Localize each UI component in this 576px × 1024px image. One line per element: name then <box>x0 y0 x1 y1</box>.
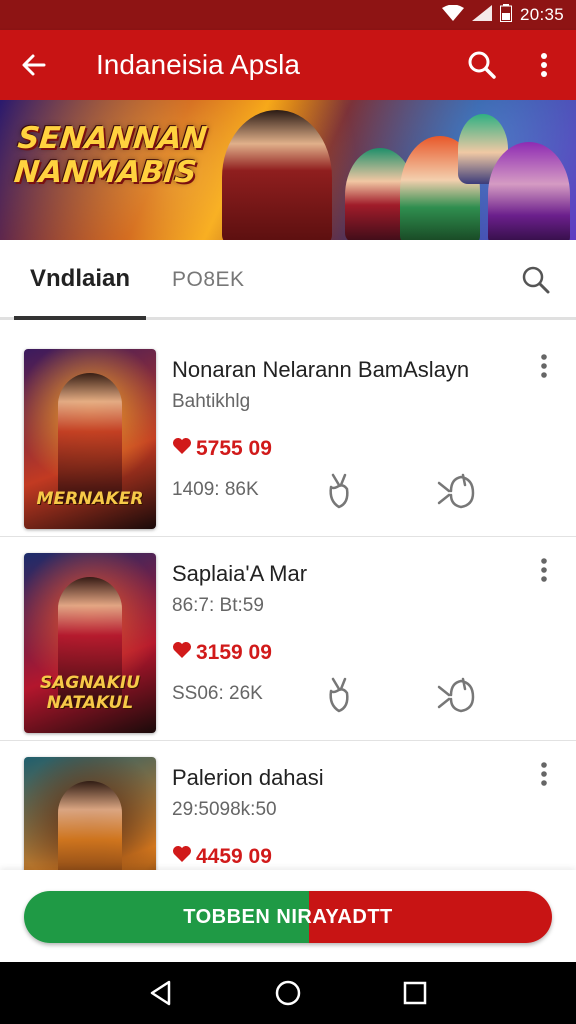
heart-icon <box>172 641 192 665</box>
more-vert-icon[interactable] <box>530 349 558 383</box>
status-icons: 20:35 <box>441 0 564 30</box>
back-arrow-icon[interactable] <box>16 47 52 83</box>
item-title[interactable]: Palerion dahasi <box>172 765 512 791</box>
thumb-figure <box>58 781 122 870</box>
status-time: 20:35 <box>519 5 564 24</box>
nav-home-icon[interactable] <box>270 975 306 1011</box>
game-thumbnail[interactable]: SAGNAKIU NATAKUL <box>24 553 156 733</box>
nav-recents-icon[interactable] <box>397 975 433 1011</box>
promo-banner[interactable]: SENANNAN NANMABIS <box>0 100 576 240</box>
search-icon[interactable] <box>462 47 502 83</box>
tab-po8ek[interactable]: PO8EK <box>172 240 245 320</box>
cta-button[interactable]: TOBBEN NIRAYADTT <box>24 891 552 943</box>
list-item[interactable]: SAGNAKIU NATAKUL Saplaia'A Mar 86:7: Bt:… <box>0 537 576 741</box>
wifi-icon <box>441 4 464 26</box>
item-subtitle: Bahtikhlg <box>172 391 251 412</box>
item-subtitle: 86:7: Bt:59 <box>172 595 264 616</box>
tab-active-indicator <box>14 316 146 320</box>
item-subtitle: 29:5098k:50 <box>172 799 277 820</box>
thumb-caption: MERNAKER <box>36 489 144 509</box>
thumb-figure <box>58 373 122 503</box>
list-item[interactable]: Palerion dahasi 29:5098k:50 4459 09 <box>0 741 576 870</box>
signal-icon <box>471 4 492 26</box>
battery-icon <box>499 3 512 27</box>
list-item[interactable]: MERNAKER Nonaran Nelarann BamAslayn Baht… <box>0 333 576 537</box>
hand-icon[interactable] <box>318 469 362 513</box>
tab-bar: Vndlaian PO8EK <box>0 240 576 320</box>
item-title[interactable]: Nonaran Nelarann BamAslayn <box>172 357 512 383</box>
more-vert-icon[interactable] <box>530 757 558 791</box>
heart-icon <box>172 845 192 869</box>
hand-icon[interactable] <box>432 469 480 513</box>
banner-logo: SENANNAN NANMABIS <box>12 121 209 190</box>
game-thumbnail[interactable] <box>24 757 156 870</box>
item-price-value: 3159 09 <box>196 641 272 664</box>
banner-hero-purple <box>488 142 570 240</box>
item-price-value: 5755 09 <box>196 437 272 460</box>
status-bar: 20:35 <box>0 0 576 30</box>
nav-back-icon[interactable] <box>143 975 179 1011</box>
item-stat: 1409: 86K <box>172 479 259 500</box>
system-nav-bar <box>0 962 576 1024</box>
bottom-bar: TOBBEN NIRAYADTT <box>0 870 576 962</box>
item-price-value: 4459 09 <box>196 845 272 868</box>
item-stat: SS06: 26K <box>172 683 263 704</box>
more-vert-icon[interactable] <box>526 47 562 83</box>
heart-icon <box>172 437 192 461</box>
banner-hero-main <box>222 110 332 240</box>
thumb-caption: SAGNAKIU NATAKUL <box>39 673 141 713</box>
hand-icon[interactable] <box>318 673 362 717</box>
tab-vndlaian[interactable]: Vndlaian <box>14 240 146 320</box>
item-title[interactable]: Saplaia'A Mar <box>172 561 512 587</box>
item-price: 5755 09 <box>172 437 272 461</box>
search-icon[interactable] <box>516 260 556 300</box>
hand-icon[interactable] <box>432 673 480 717</box>
app-bar: Indaneisia Apsla <box>0 30 576 100</box>
game-thumbnail[interactable]: MERNAKER <box>24 349 156 529</box>
more-vert-icon[interactable] <box>530 553 558 587</box>
item-price: 3159 09 <box>172 641 272 665</box>
item-price: 4459 09 <box>172 845 272 869</box>
app-title: Indaneisia Apsla <box>96 49 300 80</box>
